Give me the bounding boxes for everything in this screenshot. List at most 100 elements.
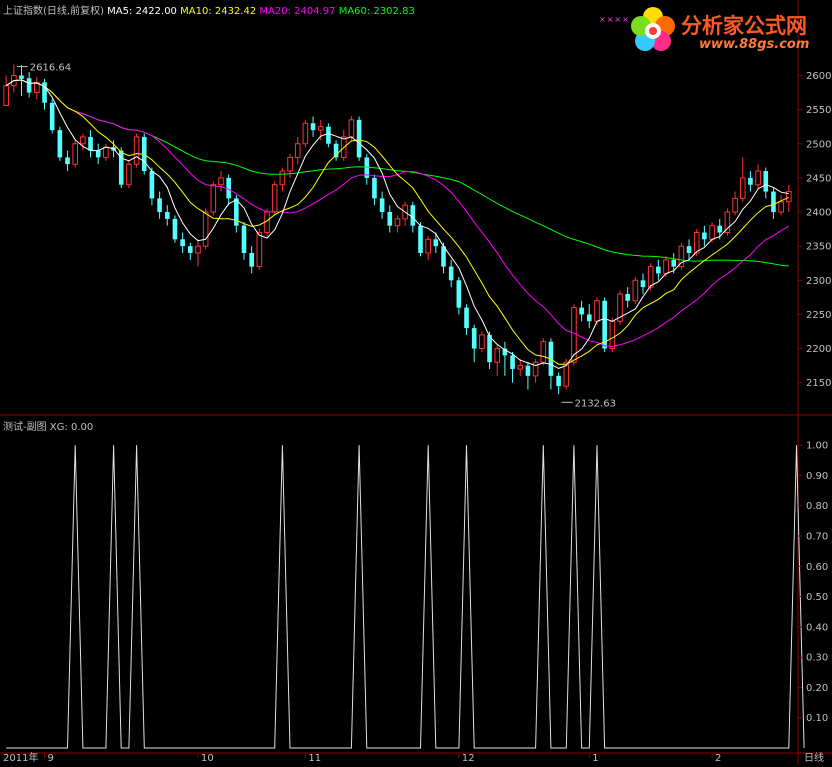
index-title: 上证指数(日线,前复权) xyxy=(3,6,104,17)
candle-body xyxy=(456,280,462,308)
candle-body xyxy=(671,259,676,267)
indicator-tick-label: 0.50 xyxy=(806,592,828,603)
candle-body xyxy=(3,85,9,107)
candle-body xyxy=(394,218,401,227)
sub-indicator-panel[interactable] xyxy=(6,445,805,749)
candle-body xyxy=(510,355,515,370)
candle-body xyxy=(65,157,70,165)
candle-body xyxy=(640,280,646,288)
high-annotation: 2616.64 xyxy=(30,63,71,74)
site-logo[interactable]: ×××× 分析家公式网 www.88gs.com xyxy=(599,4,824,56)
price-tick-label: 2550 xyxy=(806,105,831,116)
candle-body xyxy=(26,78,32,93)
sub-chart-header: 测试-副图 XG: 0.00 xyxy=(3,418,93,433)
candle-body xyxy=(187,246,193,253)
ma5-label: MA5: xyxy=(107,6,133,17)
candle-body xyxy=(164,212,170,219)
candle-body xyxy=(218,177,224,186)
candle-body xyxy=(663,259,669,274)
candle-body xyxy=(172,218,178,240)
candle-body xyxy=(771,191,776,213)
candle-body xyxy=(249,252,254,267)
price-tick-label: 2300 xyxy=(806,276,831,287)
main-chart-header: 上证指数(日线,前复权) MA5: 2422.00 MA10: 2432.42 … xyxy=(3,2,415,17)
candle-body xyxy=(540,341,547,363)
price-tick-label: 2200 xyxy=(806,344,831,355)
candle-body xyxy=(294,143,301,158)
candle-body xyxy=(418,225,423,253)
flower-logo-icon xyxy=(631,7,675,51)
candle-body xyxy=(448,266,454,281)
candle-body xyxy=(195,245,201,254)
candle-body xyxy=(532,361,539,377)
main-price-axis: 2600 2550 2500 2450 2400 2350 2300 2250 2200 2150 xyxy=(798,71,831,389)
date-tick-label: 9 xyxy=(48,753,54,764)
candle-body xyxy=(717,225,723,233)
candle-body xyxy=(464,307,469,329)
stock-chart: 2616.642132.63 2600255025002450240023502… xyxy=(0,0,832,765)
candle-body xyxy=(88,136,93,151)
candle-body xyxy=(348,119,355,138)
date-tick-label: 1 xyxy=(592,753,598,764)
candle-body xyxy=(686,246,692,253)
candle-body xyxy=(210,184,217,213)
candle-body xyxy=(625,293,630,301)
date-tick-label: 2011年 xyxy=(3,751,38,764)
candle-body xyxy=(586,314,592,322)
candle-body xyxy=(517,365,524,370)
candle-body xyxy=(387,212,393,226)
indicator-tick-label: 1.00 xyxy=(806,441,828,452)
candle-body xyxy=(356,119,362,158)
main-price-panel[interactable]: 2616.64 2132.63 xyxy=(3,63,792,410)
candle-body xyxy=(302,122,309,145)
candle-body xyxy=(80,136,86,145)
candle-body xyxy=(19,75,24,79)
candle-body xyxy=(425,238,431,254)
low-annotation: 2132.63 xyxy=(575,398,616,409)
price-tick-label: 2500 xyxy=(806,139,831,150)
xg-label: XG: xyxy=(49,422,68,433)
ma10-label: MA10: xyxy=(180,6,212,17)
date-tick-label: 2 xyxy=(715,753,721,764)
sub-title: 测试-副图 xyxy=(3,422,47,433)
candle-body xyxy=(157,198,162,213)
price-tick-label: 2150 xyxy=(806,378,831,389)
indicator-tick-label: 0.90 xyxy=(806,471,828,482)
xg-signal-line xyxy=(6,445,805,749)
ma10-value: 2432.42 xyxy=(214,6,257,17)
logo-stars: ×××× xyxy=(599,15,630,24)
ma20-line xyxy=(5,79,790,348)
period-label: 日线 xyxy=(804,751,824,764)
candle-body xyxy=(372,177,377,199)
candle-body xyxy=(49,102,55,131)
candle-body xyxy=(748,177,753,185)
indicator-tick-label: 0.60 xyxy=(806,562,828,573)
candle-body xyxy=(226,177,231,199)
chart-frame xyxy=(0,0,832,765)
indicator-tick-label: 0.10 xyxy=(806,713,828,724)
candle-body xyxy=(180,239,185,247)
candle-body xyxy=(693,232,700,254)
price-tick-label: 2600 xyxy=(806,71,831,82)
candle-body xyxy=(279,170,286,186)
candle-body xyxy=(241,225,247,253)
candle-body xyxy=(755,170,761,186)
ma20-value: 2404.97 xyxy=(294,6,336,17)
indicator-tick-label: 0.40 xyxy=(806,622,828,633)
ma5-value: 2422.00 xyxy=(135,6,177,17)
date-tick-label: 11 xyxy=(308,753,321,764)
candle-body xyxy=(126,163,132,186)
candle-body xyxy=(95,150,101,158)
indicator-tick-label: 0.30 xyxy=(806,653,828,664)
candle-body xyxy=(103,146,109,158)
ma60-label: MA60: xyxy=(338,6,371,17)
candle-body xyxy=(433,239,439,247)
candle-body xyxy=(579,307,584,315)
logo-text: 分析家公式网 xyxy=(681,14,807,38)
indicator-tick-label: 0.20 xyxy=(806,683,828,694)
candle-body xyxy=(410,205,416,226)
candle-body xyxy=(702,232,707,240)
price-tick-label: 2350 xyxy=(806,242,831,253)
candle-body xyxy=(326,126,331,144)
candle-body xyxy=(739,177,746,199)
